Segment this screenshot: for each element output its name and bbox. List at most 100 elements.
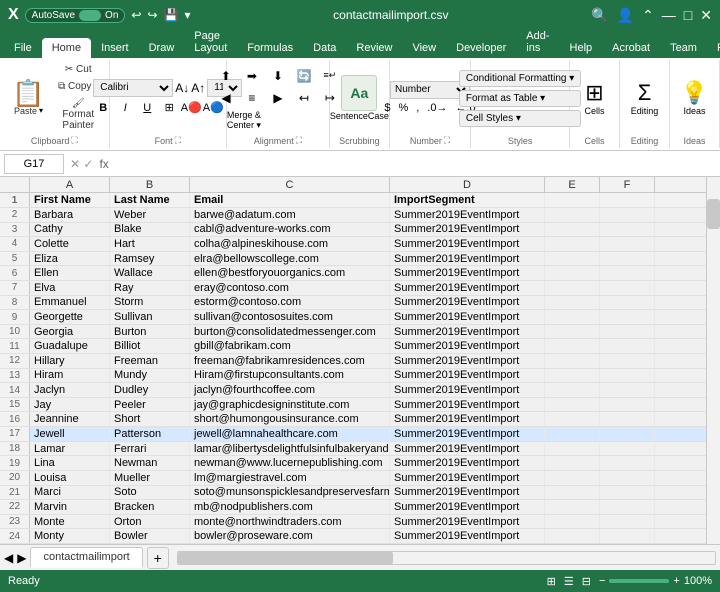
table-row[interactable]: 18LamarFerrarilamar@libertysdelightfulsi… xyxy=(0,442,706,457)
align-center-button[interactable]: ≡ xyxy=(240,88,264,108)
cell-r8-c1[interactable]: Emmanuel xyxy=(30,296,110,310)
cell-r21-c3[interactable]: soto@munsonspicklesandpreservesfarm.com xyxy=(190,486,390,500)
cell-r17-c6[interactable] xyxy=(600,427,655,441)
clipboard-expand-icon[interactable]: ⛶ xyxy=(71,135,77,146)
cell-r3-c5[interactable] xyxy=(545,223,600,237)
cell-r13-c6[interactable] xyxy=(600,369,655,383)
cell-r21-c6[interactable] xyxy=(600,486,655,500)
cell-r10-c1[interactable]: Georgia xyxy=(30,325,110,339)
search-icon[interactable]: 🔍 xyxy=(591,7,608,24)
cell-r14-c2[interactable]: Dudley xyxy=(110,383,190,397)
cell-r6-c4[interactable]: Summer2019EventImport xyxy=(390,266,545,280)
cell-r16-c4[interactable]: Summer2019EventImport xyxy=(390,412,545,426)
cell-r18-c4[interactable]: Summer2019EventImport xyxy=(390,442,545,456)
cell-r7-c1[interactable]: Elva xyxy=(30,281,110,295)
cell-r18-c1[interactable]: Lamar xyxy=(30,442,110,456)
cell-r20-c2[interactable]: Mueller xyxy=(110,471,190,485)
cell-r12-c3[interactable]: freeman@fabrikamresidences.com xyxy=(190,354,390,368)
cell-r2-c2[interactable]: Weber xyxy=(110,208,190,222)
table-row[interactable]: 5ElizaRamseyelra@bellowscollege.comSumme… xyxy=(0,252,706,267)
col-header-c[interactable]: C xyxy=(190,177,390,192)
cell-r24-c3[interactable]: bowler@proseware.com xyxy=(190,529,390,543)
cell-r19-c2[interactable]: Newman xyxy=(110,456,190,470)
number-expand-icon[interactable]: ⛶ xyxy=(444,135,450,146)
horizontal-scrollbar[interactable] xyxy=(177,551,716,565)
table-row[interactable]: 12HillaryFreemanfreeman@fabrikamresidenc… xyxy=(0,354,706,369)
cell-r6-c6[interactable] xyxy=(600,266,655,280)
normal-view-icon[interactable]: ⊞ xyxy=(547,575,556,588)
cell-r19-c3[interactable]: newman@www.lucernepublishing.com xyxy=(190,456,390,470)
cell-r10-c5[interactable] xyxy=(545,325,600,339)
tab-formulas[interactable]: Formulas xyxy=(237,38,303,58)
sheet-tab-contactmailimport[interactable]: contactmailimport xyxy=(30,547,142,568)
cell-r21-c4[interactable]: Summer2019EventImport xyxy=(390,486,545,500)
cell-r20-c3[interactable]: lm@margiestravel.com xyxy=(190,471,390,485)
cell-r2-c1[interactable]: Barbara xyxy=(30,208,110,222)
cell-r24-c4[interactable]: Summer2019EventImport xyxy=(390,529,545,543)
scroll-right-icon[interactable]: ▶ xyxy=(17,551,26,565)
cell-r5-c1[interactable]: Eliza xyxy=(30,252,110,266)
autosave-badge[interactable]: AutoSave On xyxy=(25,8,126,23)
font-name-select[interactable]: Calibri xyxy=(93,79,173,97)
table-row[interactable]: 10GeorgiaBurtonburton@consolidatedmessen… xyxy=(0,325,706,340)
cell-r9-c6[interactable] xyxy=(600,310,655,324)
table-row[interactable]: 4ColetteHartcolha@alpineskihouse.comSumm… xyxy=(0,237,706,252)
minimize-button[interactable]: — xyxy=(662,7,676,23)
alignment-expand-icon[interactable]: ⛶ xyxy=(296,135,302,146)
cell-r21-c5[interactable] xyxy=(545,486,600,500)
cell-r7-c4[interactable]: Summer2019EventImport xyxy=(390,281,545,295)
font-size-decrease-icon[interactable]: A↓ xyxy=(175,81,189,95)
header-lastname[interactable]: Last Name xyxy=(110,193,190,207)
table-row[interactable]: 17JewellPattersonjewell@lamnahealthcare.… xyxy=(0,427,706,442)
cell-r4-c3[interactable]: colha@alpineskihouse.com xyxy=(190,237,390,251)
table-row[interactable]: 3CathyBlakecabl@adventure-works.comSumme… xyxy=(0,223,706,238)
cell-r14-c4[interactable]: Summer2019EventImport xyxy=(390,383,545,397)
cell-r21-c2[interactable]: Soto xyxy=(110,486,190,500)
tab-home[interactable]: Home xyxy=(42,38,91,58)
cell-r15-c2[interactable]: Peeler xyxy=(110,398,190,412)
formula-input[interactable] xyxy=(113,157,716,171)
cell-r12-c5[interactable] xyxy=(545,354,600,368)
paste-button[interactable]: 📋 Paste ▾ xyxy=(6,76,51,120)
tab-pagelayout[interactable]: Page Layout xyxy=(184,26,237,58)
tab-developer[interactable]: Developer xyxy=(446,38,516,58)
account-icon[interactable]: 👤 xyxy=(617,7,634,24)
redo-icon[interactable]: ↪ xyxy=(147,8,157,22)
table-row[interactable]: 15JayPeelerjay@graphicdesigninstitute.co… xyxy=(0,398,706,413)
cell-r9-c4[interactable]: Summer2019EventImport xyxy=(390,310,545,324)
cell-r24-c2[interactable]: Bowler xyxy=(110,529,190,543)
cell-r19-c1[interactable]: Lina xyxy=(30,456,110,470)
font-expand-icon[interactable]: ⛶ xyxy=(175,135,181,146)
cell-r17-c4[interactable]: Summer2019EventImport xyxy=(390,427,545,441)
table-row[interactable]: 11GuadalupeBilliotgbill@fabrikam.comSumm… xyxy=(0,339,706,354)
cell-r12-c6[interactable] xyxy=(600,354,655,368)
cell-r13-c5[interactable] xyxy=(545,369,600,383)
accounting-format-button[interactable]: $ xyxy=(381,101,393,115)
cell-r23-c6[interactable] xyxy=(600,515,655,529)
ribbon-collapse-icon[interactable]: ⌃ xyxy=(642,7,654,24)
cell-r2-c5[interactable] xyxy=(545,208,600,222)
tab-redirectio[interactable]: Redirectio... xyxy=(707,38,720,58)
table-row[interactable]: 13HiramMundyHiram@firstupconsultants.com… xyxy=(0,369,706,384)
cell-r20-c6[interactable] xyxy=(600,471,655,485)
cell-r4-c1[interactable]: Colette xyxy=(30,237,110,251)
col-header-e[interactable]: E xyxy=(545,177,600,192)
cell-r20-c5[interactable] xyxy=(545,471,600,485)
cell-r14-c6[interactable] xyxy=(600,383,655,397)
cell-r20-c1[interactable]: Louisa xyxy=(30,471,110,485)
align-left-button[interactable]: ◀ xyxy=(214,88,238,108)
align-top-button[interactable]: ⬆ xyxy=(214,66,238,86)
cell-r22-c3[interactable]: mb@nodpublishers.com xyxy=(190,500,390,514)
save-icon[interactable]: 💾 xyxy=(164,8,179,22)
cell-r13-c2[interactable]: Mundy xyxy=(110,369,190,383)
cell-r22-c6[interactable] xyxy=(600,500,655,514)
cell-r14-c3[interactable]: jaclyn@fourthcoffee.com xyxy=(190,383,390,397)
comma-button[interactable]: , xyxy=(413,101,422,115)
cell-r5-c3[interactable]: elra@bellowscollege.com xyxy=(190,252,390,266)
cell-r3-c2[interactable]: Blake xyxy=(110,223,190,237)
cell-r14-c5[interactable] xyxy=(545,383,600,397)
table-row[interactable]: 8EmmanuelStormestorm@contoso.comSummer20… xyxy=(0,296,706,311)
bold-button[interactable]: B xyxy=(93,99,113,117)
conditional-formatting-button[interactable]: Conditional Formatting ▾ xyxy=(459,70,581,87)
cell-r3-c3[interactable]: cabl@adventure-works.com xyxy=(190,223,390,237)
